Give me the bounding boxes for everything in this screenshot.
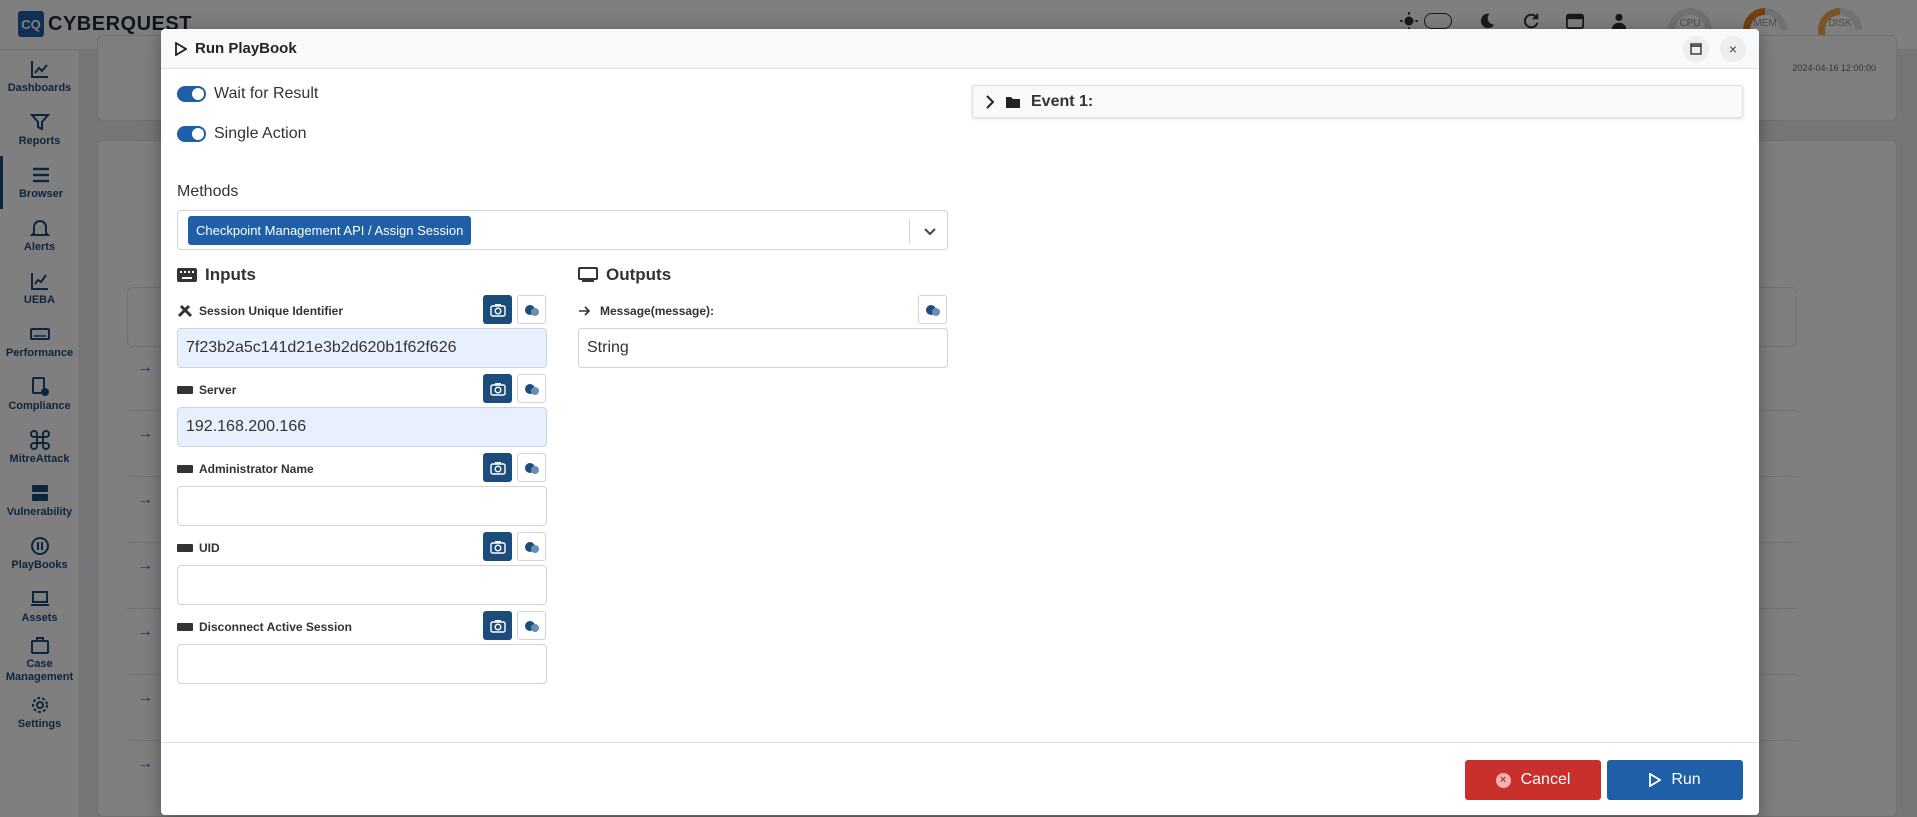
chevron-right-icon	[986, 94, 995, 109]
camera-icon	[489, 303, 506, 317]
cloud-icon	[524, 541, 539, 553]
selected-method-tag[interactable]: Checkpoint Management API / Assign Sessi…	[188, 216, 472, 245]
camera-icon	[489, 540, 506, 554]
field-label-text: Disconnect Active Session	[199, 620, 352, 634]
outputs-title: Outputs	[606, 265, 672, 284]
chevron-down-icon[interactable]	[921, 222, 939, 240]
server-input[interactable]	[177, 407, 547, 447]
wait-for-result-row: Wait for Result	[177, 85, 318, 103]
variable-button[interactable]	[517, 374, 546, 403]
tools-icon	[177, 304, 193, 318]
administrator-name-input[interactable]	[177, 486, 547, 526]
uid-label: UID	[177, 541, 220, 555]
cloud-icon	[925, 304, 940, 316]
field-label-text: UID	[199, 541, 220, 555]
event-label: Event 1:	[1031, 92, 1094, 110]
camera-icon	[489, 382, 506, 396]
snapshot-button[interactable]	[483, 295, 512, 324]
single-action-toggle[interactable]	[177, 126, 206, 142]
cloud-icon	[524, 383, 539, 395]
modal-footer: × Cancel Run	[161, 742, 1759, 815]
keyboard-icon	[177, 386, 193, 394]
field-label-text: Message(message):	[600, 304, 715, 318]
snapshot-button[interactable]	[483, 453, 512, 482]
session-id-input[interactable]	[177, 328, 547, 368]
uid-input[interactable]	[177, 565, 547, 605]
camera-icon	[489, 619, 506, 633]
field-label-text: Server	[199, 383, 237, 397]
field-label-text: Session Unique Identifier	[199, 304, 344, 318]
snapshot-button[interactable]	[483, 374, 512, 403]
variable-button[interactable]	[517, 453, 546, 482]
cloud-icon	[524, 620, 539, 632]
close-button[interactable]: ×	[1720, 36, 1746, 62]
close-icon: ×	[1728, 41, 1738, 57]
single-action-row: Single Action	[177, 125, 307, 143]
disconnect-active-session-input[interactable]	[177, 644, 547, 684]
outputs-section-title: Outputs	[578, 265, 671, 285]
session-id-label: Session Unique Identifier	[177, 304, 343, 318]
administrator-name-label: Administrator Name	[177, 462, 314, 476]
play-icon	[1649, 773, 1662, 787]
cancel-button[interactable]: × Cancel	[1465, 760, 1601, 800]
event-accordion[interactable]: Event 1:	[972, 85, 1743, 118]
message-output-input[interactable]	[578, 328, 948, 368]
run-playbook-modal: Run PlayBook × Wait for Result Single Ac…	[161, 29, 1759, 815]
cloud-icon	[524, 462, 539, 474]
message-output-label: Message(message):	[578, 304, 714, 318]
maximize-icon	[1690, 43, 1702, 55]
field-label-text: Administrator Name	[199, 462, 314, 476]
cancel-label: Cancel	[1520, 771, 1571, 788]
inputs-title: Inputs	[205, 265, 256, 284]
modal-title: Run PlayBook	[195, 40, 297, 57]
variable-button[interactable]	[517, 532, 546, 561]
keyboard-icon	[177, 544, 193, 552]
methods-select[interactable]: Checkpoint Management API / Assign Sessi…	[177, 210, 948, 250]
maximize-button[interactable]	[1683, 36, 1709, 62]
disconnect-active-session-label: Disconnect Active Session	[177, 620, 352, 634]
camera-icon	[489, 461, 506, 475]
folder-icon	[1006, 96, 1020, 108]
keyboard-icon	[177, 268, 197, 282]
server-label: Server	[177, 383, 236, 397]
methods-label: Methods	[177, 183, 239, 200]
variable-button[interactable]	[517, 295, 546, 324]
share-icon	[579, 306, 591, 316]
cloud-icon	[524, 304, 539, 316]
run-label: Run	[1671, 771, 1701, 788]
keyboard-icon	[177, 623, 193, 631]
snapshot-button[interactable]	[483, 532, 512, 561]
wait-for-result-toggle[interactable]	[177, 86, 206, 102]
monitor-icon	[578, 267, 598, 282]
single-action-label: Single Action	[214, 125, 307, 142]
wait-for-result-label: Wait for Result	[214, 85, 319, 102]
snapshot-button[interactable]	[483, 611, 512, 640]
variable-button[interactable]	[517, 611, 546, 640]
modal-header: Run PlayBook ×	[161, 29, 1759, 69]
keyboard-icon	[177, 465, 193, 473]
inputs-section-title: Inputs	[177, 265, 256, 285]
select-separator	[909, 219, 910, 243]
cancel-icon: ×	[1495, 772, 1511, 788]
play-icon	[175, 41, 187, 56]
run-button[interactable]: Run	[1607, 760, 1743, 800]
variable-button[interactable]	[918, 295, 947, 324]
